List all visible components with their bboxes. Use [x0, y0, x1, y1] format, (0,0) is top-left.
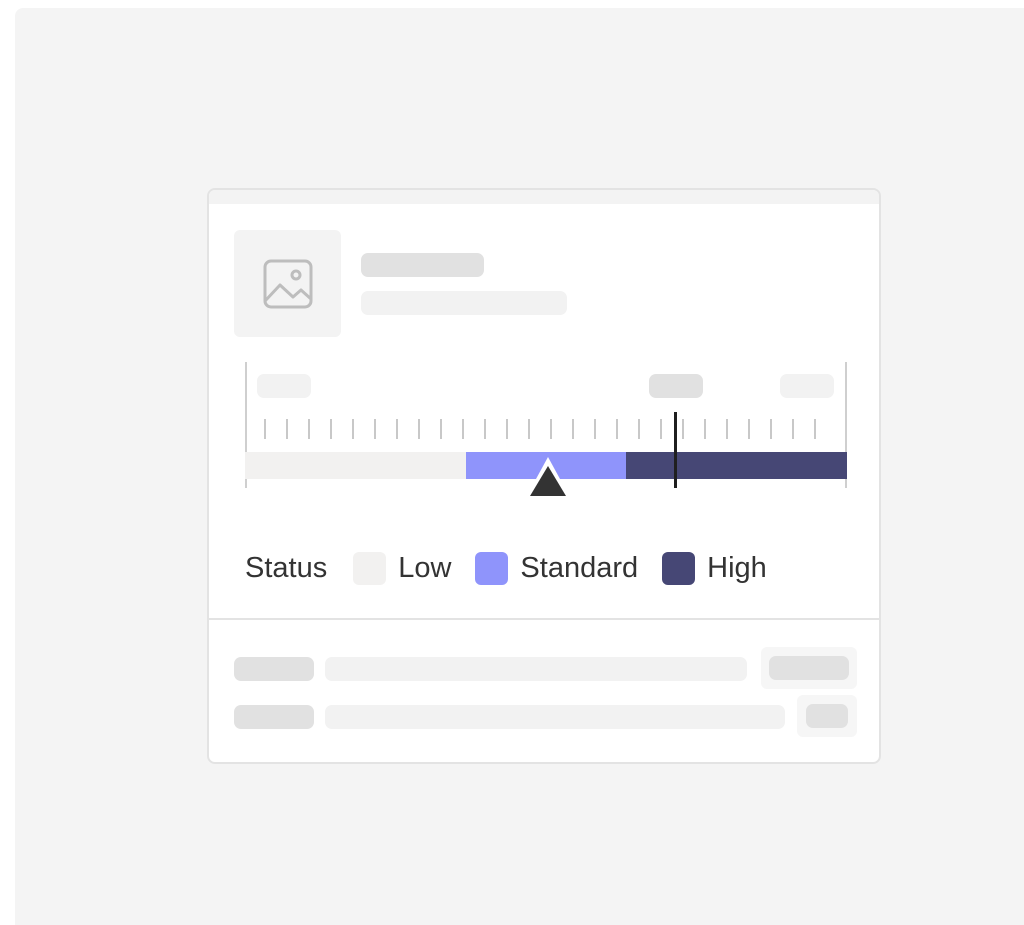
- gauge-tick: [440, 419, 442, 439]
- legend-item-standard: Standard: [475, 551, 639, 585]
- gauge-tick: [308, 419, 310, 439]
- gauge-tick: [814, 419, 816, 439]
- card-header-strip: [209, 190, 879, 204]
- thumbnail-placeholder: [234, 230, 341, 337]
- card-divider: [209, 618, 879, 620]
- legend-item-high: High: [662, 551, 767, 585]
- gauge-tick: [374, 419, 376, 439]
- gauge-tick: [726, 419, 728, 439]
- gauge-label-skeleton-left: [257, 374, 311, 398]
- threshold-marker: [673, 412, 677, 488]
- gauge-tick: [550, 419, 552, 439]
- legend-label-high: High: [707, 551, 767, 584]
- title-skeleton: [361, 253, 484, 277]
- gauge-tick: [594, 419, 596, 439]
- status-gauge: [245, 362, 849, 501]
- gauge-tick: [286, 419, 288, 439]
- legend-title: Status: [245, 551, 328, 584]
- gauge-tick: [396, 419, 398, 439]
- row2-value-skeleton: [325, 705, 785, 729]
- legend-item-low: Low: [353, 551, 452, 585]
- row2-action-skeleton: [806, 704, 848, 728]
- status-legend: Status Low Standard High: [245, 548, 791, 588]
- gauge-tick: [264, 419, 266, 439]
- gauge-tick: [616, 419, 618, 439]
- gauge-tick: [462, 419, 464, 439]
- row1-label-skeleton: [234, 657, 314, 681]
- legend-swatch-high: [662, 551, 696, 585]
- gauge-tick: [638, 419, 640, 439]
- gauge-tick: [330, 419, 332, 439]
- segment-high: [626, 452, 847, 479]
- gauge-tick: [682, 419, 684, 439]
- subtitle-skeleton: [361, 291, 567, 315]
- legend-label-low: Low: [398, 551, 452, 584]
- gauge-tick: [770, 419, 772, 439]
- legend-swatch-low: [353, 551, 387, 585]
- gauge-tick: [572, 419, 574, 439]
- gauge-label-skeleton-middle: [649, 374, 703, 398]
- row1-value-skeleton: [325, 657, 747, 681]
- triangle-pointer-icon: [524, 457, 573, 501]
- gauge-tick: [528, 419, 530, 439]
- gauge-tick: [792, 419, 794, 439]
- canvas-background: Status Low Standard High: [15, 8, 1024, 925]
- gauge-tick: [418, 419, 420, 439]
- legend-swatch-standard: [475, 551, 509, 585]
- gauge-tick: [704, 419, 706, 439]
- legend-label-standard: Standard: [520, 551, 639, 584]
- gauge-tick: [660, 419, 662, 439]
- row1-action-button[interactable]: [761, 647, 857, 689]
- gauge-tick: [506, 419, 508, 439]
- status-card: Status Low Standard High: [207, 188, 881, 764]
- row2-action-button[interactable]: [797, 695, 857, 737]
- gauge-label-skeleton-right: [780, 374, 834, 398]
- gauge-tick: [484, 419, 486, 439]
- gauge-tick: [352, 419, 354, 439]
- gauge-tick: [748, 419, 750, 439]
- row2-label-skeleton: [234, 705, 314, 729]
- segment-low: [245, 452, 466, 479]
- row1-action-skeleton: [769, 656, 849, 680]
- image-icon: [263, 259, 312, 308]
